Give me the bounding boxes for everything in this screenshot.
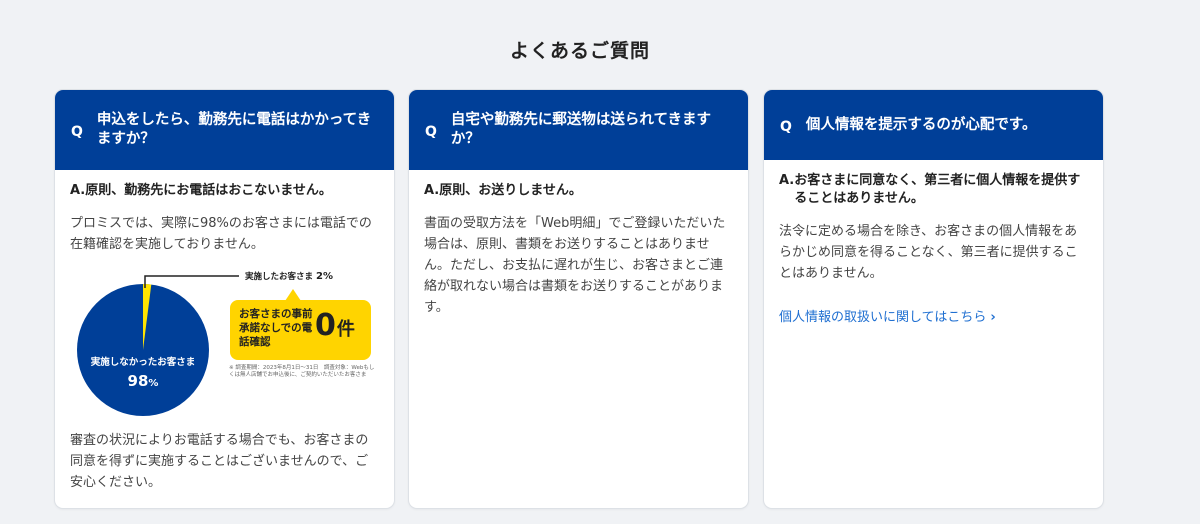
badge-num-value: 0 — [315, 308, 336, 343]
question-mark: Q — [71, 124, 83, 140]
pie-pct-not-implemented: 98% — [77, 372, 209, 390]
badge-number: 0件 — [315, 310, 355, 346]
answer-lead-text: 原則、勤務先にお電話はおこないません。 — [85, 183, 332, 198]
pie-pct-unit: % — [148, 378, 159, 389]
answer-lead-text: お客さまに同意なく、第三者に個人情報を提供することはありません。 — [794, 173, 1081, 206]
answer-text: 書面の受取方法を「Web明細」でご登録いただいた場合は、原則、書類をお送りするこ… — [424, 216, 726, 315]
answer-text-secondary: 審査の状況によりお電話する場合でも、お客さまの同意を得ずに実施することはございま… — [70, 433, 369, 490]
question-text: 自宅や勤務先に郵送物は送られてきますか？ — [450, 112, 712, 147]
survey-note: ※ 調査期間：2023年8月1日〜31日 調査対象：Webもしくは無人店舗でお申… — [229, 365, 375, 378]
faq-question-header: Q 個人情報を提示するのが心配です。 — [764, 90, 1103, 160]
answer-mark: A. — [70, 183, 86, 198]
pie-pct-value: 98 — [127, 372, 149, 390]
faq-card-privacy: Q 個人情報を提示するのが心配です。 A. お客さまに同意なく、第三者に個人情報… — [764, 90, 1103, 508]
page-title: よくあるご質問 — [509, 40, 650, 62]
faq-question-header: Q 自宅や勤務先に郵送物は送られてきますか？ — [409, 90, 748, 170]
answer-mark: A. — [424, 183, 440, 198]
answer-lead: A. お客さまに同意なく、第三者に個人情報を提供することはありません。 — [779, 172, 1089, 208]
privacy-policy-link-text: 個人情報の取扱いに関してはこちら — [779, 310, 987, 325]
answer-text: プロミスでは、実際に98%のお客さまには電話での在籍確認を実施しておりません。 — [70, 216, 372, 252]
question-text: 申込をしたら、勤務先に電話はかかってきますか？ — [96, 112, 372, 147]
answer-text: 法令に定める場合を除き、お客さまの個人情報をあらかじめ同意を得ることなく、第三者… — [779, 224, 1078, 281]
privacy-policy-link[interactable]: 個人情報の取扱いに関してはこちら › — [779, 306, 996, 325]
faq-card-phone: Q 申込をしたら、勤務先に電話はかかってきますか？ A. 原則、勤務先にお電話は… — [55, 90, 394, 508]
answer-lead: A. 原則、勤務先にお電話はおこないません。 — [70, 182, 380, 200]
answer-lead-text: 原則、お送りしません。 — [439, 183, 582, 198]
badge-unit: 件 — [336, 319, 355, 340]
question-mark: Q — [780, 119, 792, 135]
faq-question-header: Q 申込をしたら、勤務先に電話はかかってきますか？ — [55, 90, 394, 170]
faq-card-mail: Q 自宅や勤務先に郵送物は送られてきますか？ A. 原則、お送りしません。 書面… — [409, 90, 748, 508]
question-mark: Q — [425, 124, 437, 140]
pie-label-not-implemented: 実施しなかったお客さま — [90, 357, 196, 368]
implemented-label: 実施したお客さま 2% — [245, 270, 333, 282]
answer-lead: A. 原則、お送りしません。 — [424, 182, 734, 200]
implemented-pct: 2% — [316, 271, 333, 282]
implemented-label-text: 実施したお客さま — [245, 272, 314, 282]
phone-check-infographic: 実施したお客さま 2% お客さまの事前承諾なしでの電話確認 0件 ※ 調査期間：2… — [55, 262, 394, 422]
answer-mark: A. — [779, 173, 795, 188]
badge-label: お客さまの事前承諾なしでの電話確認 — [239, 308, 313, 348]
question-text: 個人情報を提示するのが心配です。 — [805, 116, 1037, 133]
chevron-right-icon: › — [990, 310, 996, 325]
